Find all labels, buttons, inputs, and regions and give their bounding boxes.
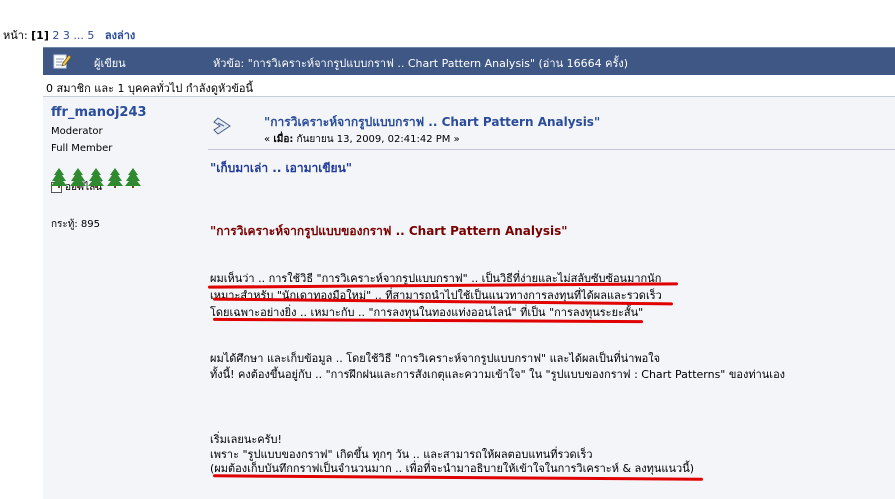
- poster-post-count: กระทู้: 895: [51, 219, 101, 230]
- post-title[interactable]: "การวิเคราะห์จากรูปแบบกราฟ .. Chart Patt…: [264, 113, 600, 132]
- viewers-row: 0 สมาชิก และ 1 บุคคลทั่วไป กำลังดูหัวข้อ…: [43, 75, 895, 97]
- pager-page-2[interactable]: 2: [52, 29, 59, 42]
- pager-page-5[interactable]: 5: [87, 29, 94, 42]
- rank-stars: [51, 158, 201, 188]
- post-heading: "การวิเคราะห์จากรูปแบบของกราฟ .. Chart P…: [210, 224, 568, 238]
- topic-title-label: หัวข้อ: "การวิเคราะห์จากรูปแบบกราฟ .. Ch…: [213, 57, 629, 70]
- post-date: « เมื่อ: กันยายน 13, 2009, 02:41:42 PM »: [264, 132, 460, 147]
- viewers-text: 0 สมาชิก และ 1 บุคคลทั่วไป กำลังดูหัวข้อ…: [46, 82, 254, 95]
- poster-rank: Full Member: [51, 143, 113, 154]
- date-suffix: »: [453, 134, 460, 145]
- edit-icon: [53, 53, 72, 69]
- date-prefix: «: [264, 134, 271, 145]
- pager-ellipsis[interactable]: ...: [73, 29, 84, 42]
- date-label: เมื่อ:: [273, 134, 294, 145]
- para2-line: ทั้งนี้! คงต้องขึ้นอยู่กับ .. "การฝึกฝนแ…: [210, 368, 786, 381]
- author-column-label: ผู้เขียน: [94, 57, 126, 70]
- post-icon: [212, 117, 232, 138]
- pager-page-3[interactable]: 3: [63, 29, 70, 42]
- poster-role: Moderator: [51, 126, 103, 137]
- poster-sidebar: ffr_manoj243 Moderator Full Member ออฟไล…: [51, 105, 201, 195]
- topic-header-bar: ผู้เขียน หัวข้อ: "การวิเคราะห์จากรูปแบบก…: [43, 47, 895, 76]
- pager-prefix: หน้า:: [3, 29, 28, 42]
- pager-current: [1]: [31, 29, 49, 42]
- pager-bottom-link[interactable]: ลงล่าง: [105, 29, 135, 42]
- pager: หน้า: [1] 2 3 ... 5 ลงล่าง: [3, 26, 135, 44]
- poster-name[interactable]: ffr_manoj243: [51, 105, 201, 120]
- post-header: "การวิเคราะห์จากรูปแบบกราฟ .. Chart Patt…: [208, 103, 895, 150]
- post-intro: "เก็บมาเล่า .. เอามาเขียน": [210, 161, 353, 175]
- post: ffr_manoj243 Moderator Full Member ออฟไล…: [43, 97, 895, 499]
- date-value: กันยายน 13, 2009, 02:41:42 PM: [296, 134, 451, 145]
